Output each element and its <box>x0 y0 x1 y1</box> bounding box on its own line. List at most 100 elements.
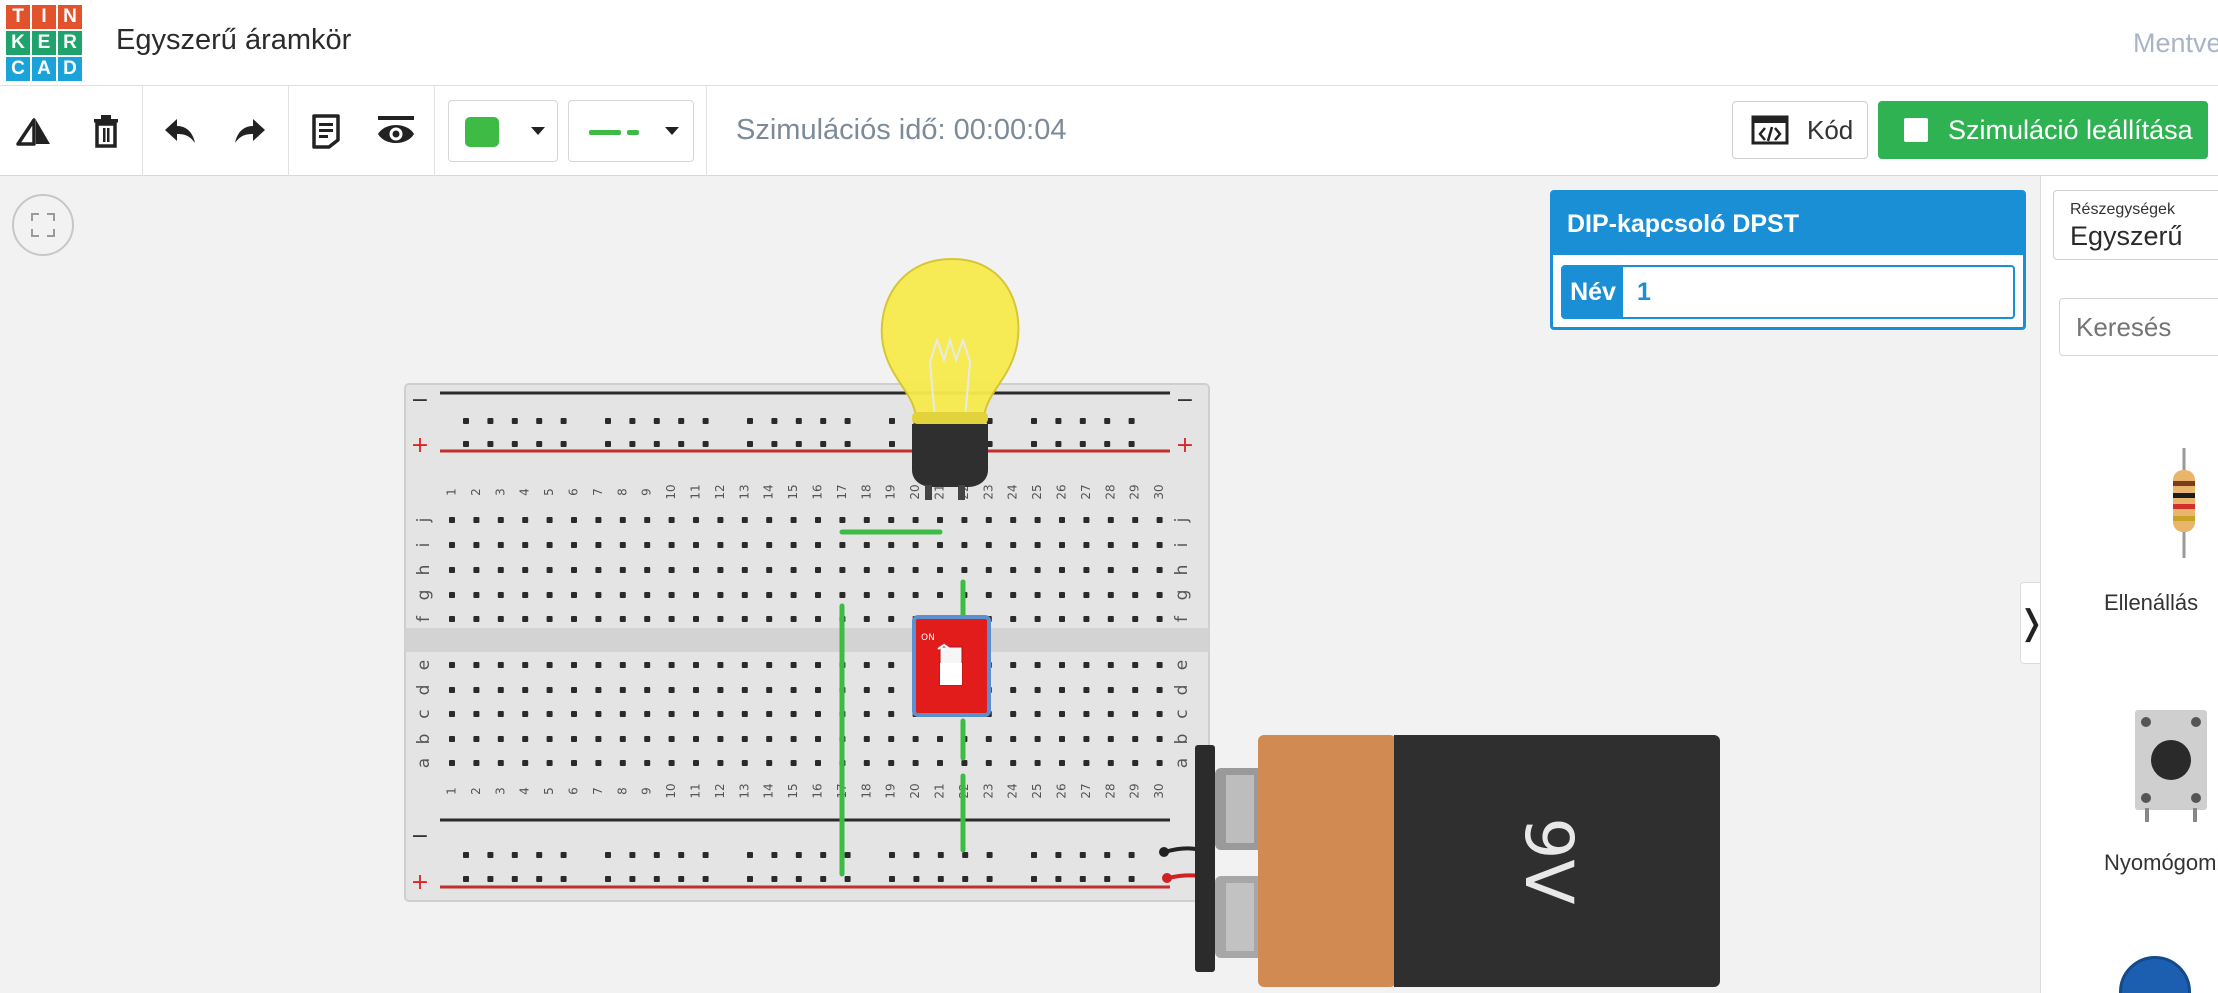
rail-hole <box>463 852 469 858</box>
breadboard-hole <box>790 662 797 668</box>
breadboard-hole <box>1132 760 1139 766</box>
name-field[interactable]: Név 1 <box>1561 265 2015 319</box>
breadboard-hole <box>741 517 748 523</box>
column-label: 13 <box>737 484 751 499</box>
breadboard-hole <box>644 517 651 523</box>
column-label: 9 <box>640 787 654 795</box>
dip-switch[interactable]: ON <box>912 615 991 717</box>
toolbar-divider <box>434 86 435 176</box>
row-label: d <box>414 685 434 696</box>
rail-hole <box>1031 418 1037 424</box>
breadboard-hole <box>717 567 724 573</box>
rail-hole <box>511 852 518 858</box>
breadboard-hole <box>571 760 577 766</box>
color-dropdown[interactable] <box>448 100 558 162</box>
rail-hole <box>771 418 778 424</box>
breadboard-hole <box>473 616 480 622</box>
rail-hole <box>560 441 567 447</box>
design-title[interactable]: Egyszerű áramkör <box>116 24 351 57</box>
rotate-button[interactable] <box>12 104 56 158</box>
breadboard-hole <box>522 662 529 668</box>
breadboard-hole <box>595 616 602 622</box>
rail-hole <box>1128 418 1135 424</box>
panel-toggle-button[interactable]: ❭ <box>2017 582 2046 664</box>
logo-letter: A <box>32 57 56 81</box>
pushbutton-icon[interactable] <box>2131 702 2211 822</box>
redo-button[interactable] <box>228 104 272 158</box>
code-button[interactable]: Kód <box>1732 101 1868 159</box>
breadboard-hole <box>790 592 797 598</box>
undo-button[interactable] <box>158 104 202 158</box>
name-field-value[interactable]: 1 <box>1623 267 2013 317</box>
breadboard-hole <box>595 567 602 573</box>
tinkercad-logo[interactable]: TIN KER CAD <box>6 5 82 81</box>
component-name[interactable]: Ellenállás <box>2104 590 2198 616</box>
stop-simulation-button[interactable]: Szimuláció leállítása <box>1878 101 2208 159</box>
breadboard-hole <box>766 736 773 742</box>
breadboard-hole <box>1010 517 1017 523</box>
rail-hole <box>536 418 543 424</box>
visibility-button[interactable] <box>374 104 418 158</box>
breadboard-hole <box>863 662 870 668</box>
search-input[interactable] <box>2059 298 2218 356</box>
line-style-dropdown[interactable] <box>568 100 694 162</box>
rail-hole <box>560 876 567 882</box>
rail-hole <box>487 441 494 447</box>
breadboard-hole <box>497 711 504 717</box>
stop-simulation-label: Szimuláció leállítása <box>1948 114 2193 145</box>
breadboard-hole <box>985 517 992 523</box>
breadboard-hole <box>546 662 553 668</box>
breadboard-hole <box>1107 517 1114 523</box>
simulation-time: Szimulációs idő: 00:00:04 <box>736 114 1067 146</box>
breadboard-hole <box>1034 687 1041 693</box>
rail-hole <box>937 852 944 858</box>
rail-hole <box>747 418 753 424</box>
breadboard-hole <box>1156 662 1163 668</box>
column-label: 1 <box>445 488 459 496</box>
battery-9v[interactable] <box>1195 735 1720 987</box>
breadboard-hole <box>863 567 870 573</box>
resistor-icon[interactable] <box>2164 448 2204 558</box>
toolbar: Szimulációs idő: 00:00:04 Kód Szimuláció… <box>0 86 2218 176</box>
rail-hole <box>913 852 920 858</box>
breadboard-hole <box>595 687 602 693</box>
breadboard-hole <box>839 517 846 523</box>
column-label: 15 <box>786 783 800 798</box>
breadboard-hole <box>1034 517 1041 523</box>
breadboard-hole <box>1034 711 1041 717</box>
breadboard-hole <box>644 592 651 598</box>
breadboard-hole <box>741 662 748 668</box>
breadboard-hole <box>619 517 626 523</box>
delete-button[interactable] <box>84 104 128 158</box>
breadboard-hole <box>1156 711 1163 717</box>
workplane-canvas[interactable]: − − + + − + j j i i h h g g f f e e d d c c b b a a 1 2 3 4 5 6 7 8 9 10 11… <box>0 176 2040 993</box>
column-label: 4 <box>518 488 532 496</box>
breadboard-hole <box>1156 616 1163 622</box>
rail-hole <box>1079 876 1086 882</box>
led-icon[interactable] <box>2119 956 2191 993</box>
chevron-down-icon <box>665 127 679 135</box>
breadboard-hole <box>449 567 455 573</box>
red-lead-tip <box>1162 873 1172 883</box>
rail-hole <box>889 852 895 858</box>
breadboard-hole <box>839 567 846 573</box>
components-dropdown[interactable]: Részegységek Egyszerű <box>2053 190 2218 260</box>
breadboard-center-channel <box>405 628 1209 652</box>
battery-label: 9V <box>1510 817 1587 904</box>
breadboard-hole <box>473 687 480 693</box>
breadboard-hole <box>961 567 968 573</box>
breadboard-hole <box>937 592 943 598</box>
rail-hole <box>653 852 660 858</box>
breadboard-hole <box>693 711 699 717</box>
logo-letter: K <box>6 31 30 55</box>
component-name[interactable]: Nyomógomb <box>2104 850 2218 876</box>
rail-hole <box>1104 418 1111 424</box>
breadboard-hole <box>522 567 529 573</box>
column-label: 17 <box>835 484 849 499</box>
column-label: 25 <box>1030 783 1044 798</box>
notes-button[interactable] <box>304 104 348 158</box>
breadboard-hole <box>1083 736 1090 742</box>
logo-letter: N <box>58 5 82 29</box>
breadboard-hole <box>912 542 919 548</box>
breadboard-hole <box>1059 567 1065 573</box>
